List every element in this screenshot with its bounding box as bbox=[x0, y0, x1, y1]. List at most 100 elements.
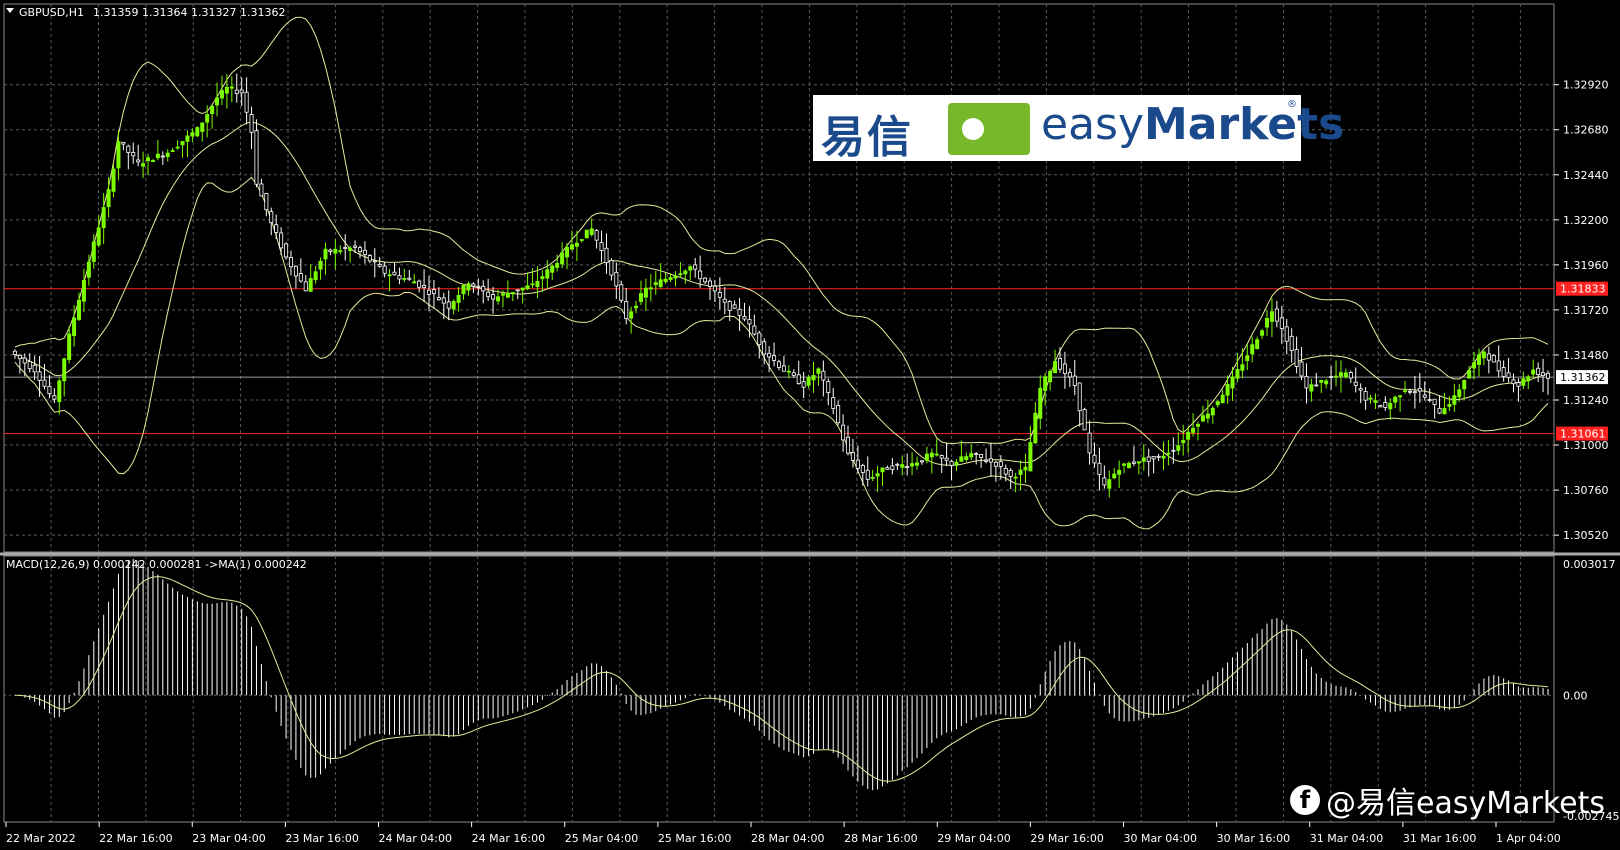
candle-body bbox=[451, 301, 456, 310]
candle-body bbox=[1501, 367, 1506, 377]
candle-body bbox=[274, 224, 279, 233]
candle-body bbox=[949, 460, 954, 466]
candle-body bbox=[441, 297, 446, 304]
candle-body bbox=[17, 354, 22, 360]
candle-body bbox=[1511, 379, 1516, 385]
candle-body bbox=[855, 459, 860, 469]
candle-body bbox=[1260, 330, 1265, 336]
candle-body bbox=[919, 460, 924, 463]
candle-body bbox=[348, 247, 353, 251]
candle-body bbox=[397, 275, 402, 280]
candle-body bbox=[895, 463, 900, 466]
candle-body bbox=[1368, 397, 1373, 400]
candle-body bbox=[988, 458, 993, 463]
candle-body bbox=[288, 257, 293, 268]
candle-body bbox=[1225, 383, 1230, 396]
candle-body bbox=[190, 132, 195, 137]
y-tick-label: 1.30760 bbox=[1563, 484, 1609, 497]
candle-body bbox=[328, 249, 333, 252]
candle-body bbox=[1348, 372, 1353, 379]
candle-body bbox=[486, 291, 491, 298]
candle-body bbox=[106, 189, 111, 208]
candle-body bbox=[1536, 367, 1541, 375]
candle-body bbox=[1299, 361, 1304, 377]
candle-body bbox=[836, 405, 841, 424]
candle-body bbox=[1250, 344, 1255, 355]
candle-body bbox=[308, 278, 313, 292]
candle-body bbox=[126, 145, 131, 153]
facebook-icon: f bbox=[1290, 785, 1320, 815]
candle-body bbox=[1437, 407, 1442, 414]
candle-body bbox=[1235, 368, 1240, 379]
macd-label: MACD(12,26,9) 0.000242 0.000281 ->MA(1) … bbox=[6, 558, 307, 571]
candle-body bbox=[1378, 405, 1383, 408]
candle-body bbox=[589, 228, 594, 235]
candle-body bbox=[944, 457, 949, 461]
candle-body bbox=[1161, 455, 1166, 459]
candle-body bbox=[1432, 398, 1437, 405]
candle-body bbox=[698, 270, 703, 280]
y-tick-label: 1.31240 bbox=[1563, 394, 1609, 407]
candle-body bbox=[742, 315, 747, 320]
candle-body bbox=[431, 289, 436, 294]
candle-body bbox=[555, 263, 560, 268]
x-tick-label: 28 Mar 16:00 bbox=[844, 832, 917, 845]
candle-body bbox=[303, 281, 308, 292]
watermark-en: easyMarkets bbox=[1041, 99, 1345, 150]
watermark-logo: 易信 easyMarkets ® bbox=[813, 95, 1344, 163]
candle-body bbox=[446, 301, 451, 309]
candle-body bbox=[293, 265, 298, 277]
candle-body bbox=[1516, 382, 1521, 387]
candle-body bbox=[136, 159, 141, 163]
candle-body bbox=[688, 266, 693, 271]
candle-body bbox=[1200, 415, 1205, 422]
candle-body bbox=[974, 453, 979, 456]
candle-body bbox=[1215, 401, 1220, 406]
candle-body bbox=[417, 280, 422, 288]
candle-body bbox=[1506, 372, 1511, 378]
x-tick-label: 28 Mar 04:00 bbox=[751, 832, 824, 845]
y-tick-label: 1.32680 bbox=[1563, 124, 1609, 137]
candle-body bbox=[461, 284, 466, 295]
candle-body bbox=[1062, 363, 1067, 374]
horizontal-lines: 1.318331.310611.31362 bbox=[4, 281, 1608, 441]
x-tick-label: 31 Mar 04:00 bbox=[1310, 832, 1383, 845]
candle-body bbox=[353, 245, 358, 248]
candle-body bbox=[850, 452, 855, 461]
candle-body bbox=[436, 297, 441, 301]
candle-body bbox=[91, 241, 96, 262]
candle-body bbox=[52, 395, 57, 400]
candle-body bbox=[791, 372, 796, 376]
candle-body bbox=[1126, 462, 1131, 469]
candle-body bbox=[574, 242, 579, 247]
x-tick-label: 24 Mar 16:00 bbox=[472, 832, 545, 845]
candle-body bbox=[466, 283, 471, 291]
candle-body bbox=[594, 230, 599, 241]
candle-body bbox=[959, 456, 964, 462]
candle-body bbox=[772, 355, 777, 361]
y-tick-label: 1.31960 bbox=[1563, 259, 1609, 272]
candle-body bbox=[505, 292, 510, 298]
axes: 1.32920 1.32680 1.32440 1.32200 1.31960 1.317… bbox=[5, 79, 1619, 845]
candle-body bbox=[1220, 394, 1225, 404]
candle-body bbox=[910, 463, 915, 467]
candle-body bbox=[1541, 372, 1546, 376]
candle-body bbox=[525, 285, 530, 290]
candle-body bbox=[1457, 389, 1462, 398]
candle-body bbox=[210, 105, 215, 115]
candle-body bbox=[1526, 376, 1531, 382]
candle-body bbox=[1008, 470, 1013, 477]
candle-body bbox=[1003, 468, 1008, 475]
ohlc-label: 1.31359 1.31364 1.31327 1.31362 bbox=[93, 6, 285, 19]
candle-body bbox=[42, 379, 47, 387]
candle-body bbox=[254, 130, 259, 185]
candle-body bbox=[1102, 477, 1107, 486]
candle-body bbox=[224, 86, 229, 94]
candle-body bbox=[1319, 379, 1324, 383]
candle-body bbox=[924, 453, 929, 461]
candle-body bbox=[1393, 396, 1398, 403]
candle-body bbox=[604, 247, 609, 264]
candle-body bbox=[565, 246, 570, 258]
y-tick-label: 1.30520 bbox=[1563, 529, 1609, 542]
candle-body bbox=[141, 163, 146, 167]
